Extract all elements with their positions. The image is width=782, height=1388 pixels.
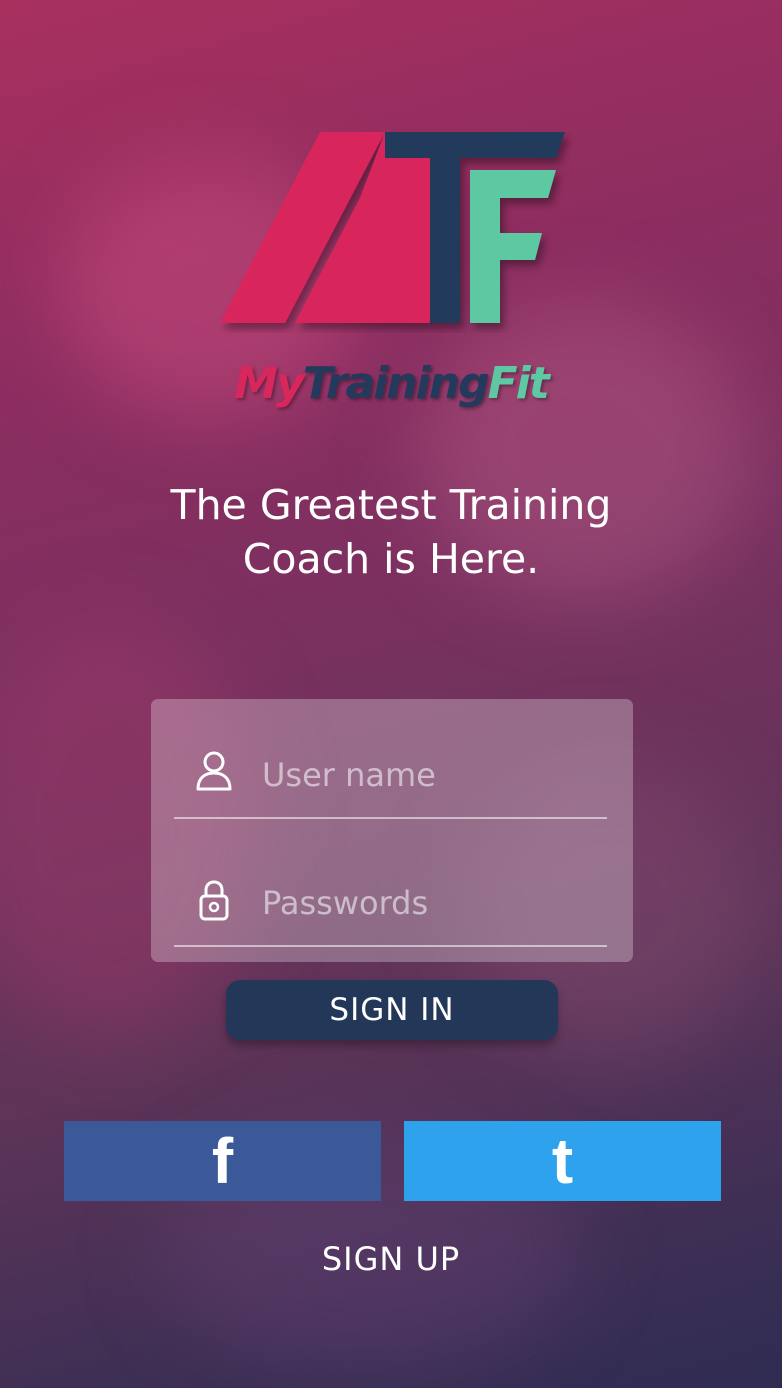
password-field bbox=[174, 827, 607, 947]
username-input[interactable] bbox=[262, 751, 582, 799]
brand-part-training: Training bbox=[302, 358, 490, 409]
tagline: The Greatest Training Coach is Here. bbox=[0, 478, 782, 586]
login-screen: MyTrainingFit The Greatest Training Coac… bbox=[0, 0, 782, 1388]
brand-part-my: My bbox=[234, 358, 304, 409]
tagline-line-2: Coach is Here. bbox=[242, 535, 540, 583]
sign-up-link[interactable]: SIGN UP bbox=[0, 1240, 782, 1278]
login-form bbox=[151, 699, 633, 962]
sign-in-button[interactable]: SIGN IN bbox=[226, 980, 558, 1040]
brand-wordmark: MyTrainingFit bbox=[0, 356, 782, 412]
brand-part-fit: Fit bbox=[487, 358, 550, 409]
facebook-icon: f bbox=[211, 1125, 234, 1197]
username-field bbox=[174, 699, 607, 819]
tumblr-icon: t bbox=[551, 1125, 574, 1197]
tumblr-login-button[interactable]: t bbox=[404, 1121, 721, 1201]
lock-icon bbox=[199, 880, 229, 921]
password-input[interactable] bbox=[262, 879, 582, 927]
mtf-logo bbox=[220, 132, 565, 323]
facebook-login-button[interactable]: f bbox=[64, 1121, 381, 1201]
user-icon bbox=[196, 751, 232, 791]
tagline-line-1: The Greatest Training bbox=[170, 481, 612, 529]
